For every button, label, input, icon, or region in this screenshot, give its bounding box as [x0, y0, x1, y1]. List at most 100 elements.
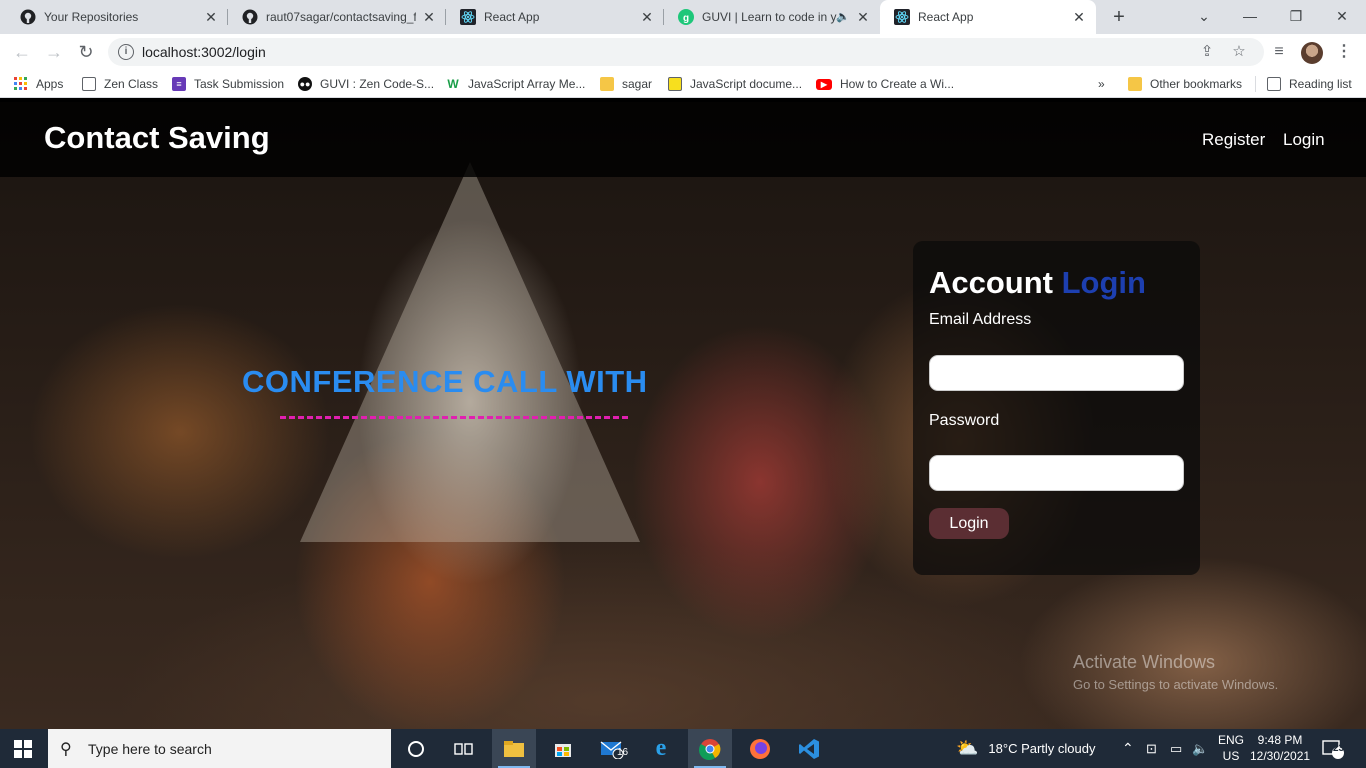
window-close-button[interactable]: ✕	[1330, 4, 1354, 28]
site-info-icon[interactable]: i	[118, 44, 134, 60]
bookmark-js-array[interactable]: W JavaScript Array Me...	[446, 76, 585, 92]
clock-time: 9:48 PM	[1257, 733, 1303, 747]
bookmark-separator	[1255, 76, 1256, 92]
bookmark-youtube[interactable]: ▶ How to Create a Wi...	[816, 76, 954, 92]
password-field[interactable]	[929, 455, 1184, 491]
speaker-icon[interactable]: 🔈	[836, 10, 850, 23]
nav-login-link[interactable]: Login	[1283, 130, 1325, 150]
activate-windows-title: Activate Windows	[1073, 652, 1216, 672]
menu-kebab-icon[interactable]: ⋮	[1332, 40, 1356, 64]
windows-taskbar: ⚲ Type here to search 16 e ⛅ 18°C Partly…	[0, 729, 1366, 768]
close-icon[interactable]: ✕	[422, 10, 436, 24]
tab-contactsaving-repo[interactable]: raut07sagar/contactsaving_fr ✕	[228, 0, 446, 34]
weather-widget[interactable]: ⛅ 18°C Partly cloudy	[956, 729, 1096, 768]
media-control-icon[interactable]: ≡	[1267, 40, 1291, 64]
taskbar-search-placeholder: Type here to search	[88, 741, 212, 757]
tab-title: GUVI | Learn to code in y	[702, 10, 837, 24]
cortana-icon[interactable]	[394, 729, 438, 768]
mail-badge: 16	[617, 747, 629, 758]
forward-button[interactable]: →	[42, 40, 66, 64]
bookmark-guvi-zen-code[interactable]: ●● GUVI : Zen Code-S...	[298, 76, 434, 92]
taskbar-clock[interactable]: 9:48 PM 12/30/2021	[1250, 732, 1310, 764]
bookmark-label: GUVI : Zen Code-S...	[320, 77, 435, 91]
volume-icon[interactable]: 🔈	[1192, 729, 1208, 768]
profile-avatar[interactable]	[1301, 42, 1323, 64]
close-icon[interactable]: ✕	[1072, 10, 1086, 24]
bookmark-folder-sagar[interactable]: sagar	[600, 76, 652, 92]
reload-button[interactable]: ↻	[74, 40, 98, 64]
network-icon[interactable]: ⊡	[1146, 729, 1157, 768]
notifications-icon[interactable]: 23	[1322, 729, 1344, 768]
microsoft-store-icon[interactable]	[541, 729, 585, 768]
tab-guvi[interactable]: g GUVI | Learn to code in y 🔈 ✕	[664, 0, 880, 34]
minimize-button[interactable]: —	[1238, 4, 1262, 28]
restore-button[interactable]: ❐	[1284, 4, 1308, 28]
brand-title[interactable]: Contact Saving	[44, 120, 270, 156]
partly-cloudy-icon: ⛅	[956, 738, 979, 758]
lang-top: ENG	[1218, 733, 1245, 747]
card-title: Account Login	[929, 265, 1146, 301]
react-icon	[894, 9, 910, 25]
login-submit-button[interactable]: Login	[929, 508, 1009, 539]
background-photo-tent	[300, 162, 640, 542]
tab-react-app[interactable]: React App ✕	[446, 0, 664, 34]
bookmark-label: JavaScript Array Me...	[468, 77, 586, 91]
hero-heading: CONFERENCE CALL WITH	[242, 364, 648, 399]
tab-your-repositories[interactable]: Your Repositories ✕	[6, 0, 228, 34]
github-icon	[20, 9, 36, 25]
bookmark-label: Reading list	[1289, 77, 1352, 91]
mail-icon[interactable]: 16	[590, 729, 634, 768]
bookmarks-overflow-button[interactable]: »	[1098, 76, 1105, 92]
firefox-icon[interactable]	[738, 729, 782, 768]
email-field[interactable]	[929, 355, 1184, 391]
card-title-accent: Login	[1061, 265, 1146, 300]
tab-react-app-active[interactable]: React App ✕	[880, 0, 1096, 34]
bookmark-label: Apps	[36, 77, 64, 91]
card-title-main: Account	[929, 265, 1053, 300]
bookmark-js-docs[interactable]: JavaScript docume...	[668, 76, 802, 92]
bookmark-reading-list[interactable]: Reading list	[1267, 76, 1352, 92]
tab-search-icon[interactable]: ⌄	[1192, 4, 1216, 28]
bookmark-task-submission[interactable]: ≡ Task Submission	[172, 76, 284, 92]
bookmark-zen-class[interactable]: Zen Class	[82, 76, 158, 92]
vscode-icon[interactable]	[787, 729, 831, 768]
apps-grid-icon	[14, 77, 28, 91]
address-bar[interactable]: i localhost:3002/login ⇪ ☆	[108, 38, 1264, 66]
bookmark-star-icon[interactable]: ☆	[1230, 43, 1248, 61]
bookmark-other-bookmarks[interactable]: Other bookmarks	[1128, 76, 1242, 92]
input-language-indicator[interactable]: ENG US	[1218, 732, 1244, 764]
close-icon[interactable]: ✕	[204, 10, 218, 24]
task-view-icon[interactable]	[442, 729, 486, 768]
notifications-count: 23	[1333, 743, 1345, 754]
close-icon[interactable]: ✕	[856, 10, 870, 24]
overflow-label: »	[1098, 77, 1105, 91]
bookmark-label: Task Submission	[194, 77, 285, 91]
new-tab-button[interactable]: +	[1108, 6, 1130, 28]
tab-title: raut07sagar/contactsaving_fr	[266, 10, 416, 24]
bookmark-label: Zen Class	[104, 77, 159, 91]
search-icon: ⚲	[60, 741, 72, 758]
clock-date: 12/30/2021	[1250, 749, 1311, 763]
back-button[interactable]: ←	[10, 40, 34, 64]
chrome-icon[interactable]	[688, 729, 732, 768]
close-icon[interactable]: ✕	[640, 10, 654, 24]
share-icon[interactable]: ⇪	[1198, 43, 1216, 61]
nav-register-link[interactable]: Register	[1202, 130, 1265, 150]
folder-icon	[600, 77, 614, 91]
email-label: Email Address	[929, 311, 1032, 328]
youtube-icon: ▶	[816, 78, 832, 90]
battery-icon[interactable]: ▭	[1170, 729, 1182, 768]
windows-start-icon[interactable]	[14, 740, 32, 758]
bookmark-apps[interactable]: Apps	[14, 76, 63, 92]
tray-chevron-icon[interactable]: ⌃	[1122, 729, 1134, 768]
url-text[interactable]: localhost:3002/login	[142, 44, 266, 60]
weather-text: 18°C Partly cloudy	[988, 741, 1096, 756]
page-viewport: Contact Saving Register Login CONFERENCE…	[0, 102, 1366, 729]
tab-title: Your Repositories	[44, 10, 139, 24]
taskbar-search-box[interactable]: ⚲ Type here to search	[48, 729, 391, 768]
bookmark-label: How to Create a Wi...	[840, 77, 955, 91]
file-explorer-icon[interactable]	[492, 729, 536, 768]
bookmarks-bar: Apps Zen Class ≡ Task Submission ●● GUVI…	[0, 70, 1366, 98]
lang-bottom: US	[1222, 749, 1240, 763]
internet-explorer-icon[interactable]: e	[639, 729, 683, 768]
